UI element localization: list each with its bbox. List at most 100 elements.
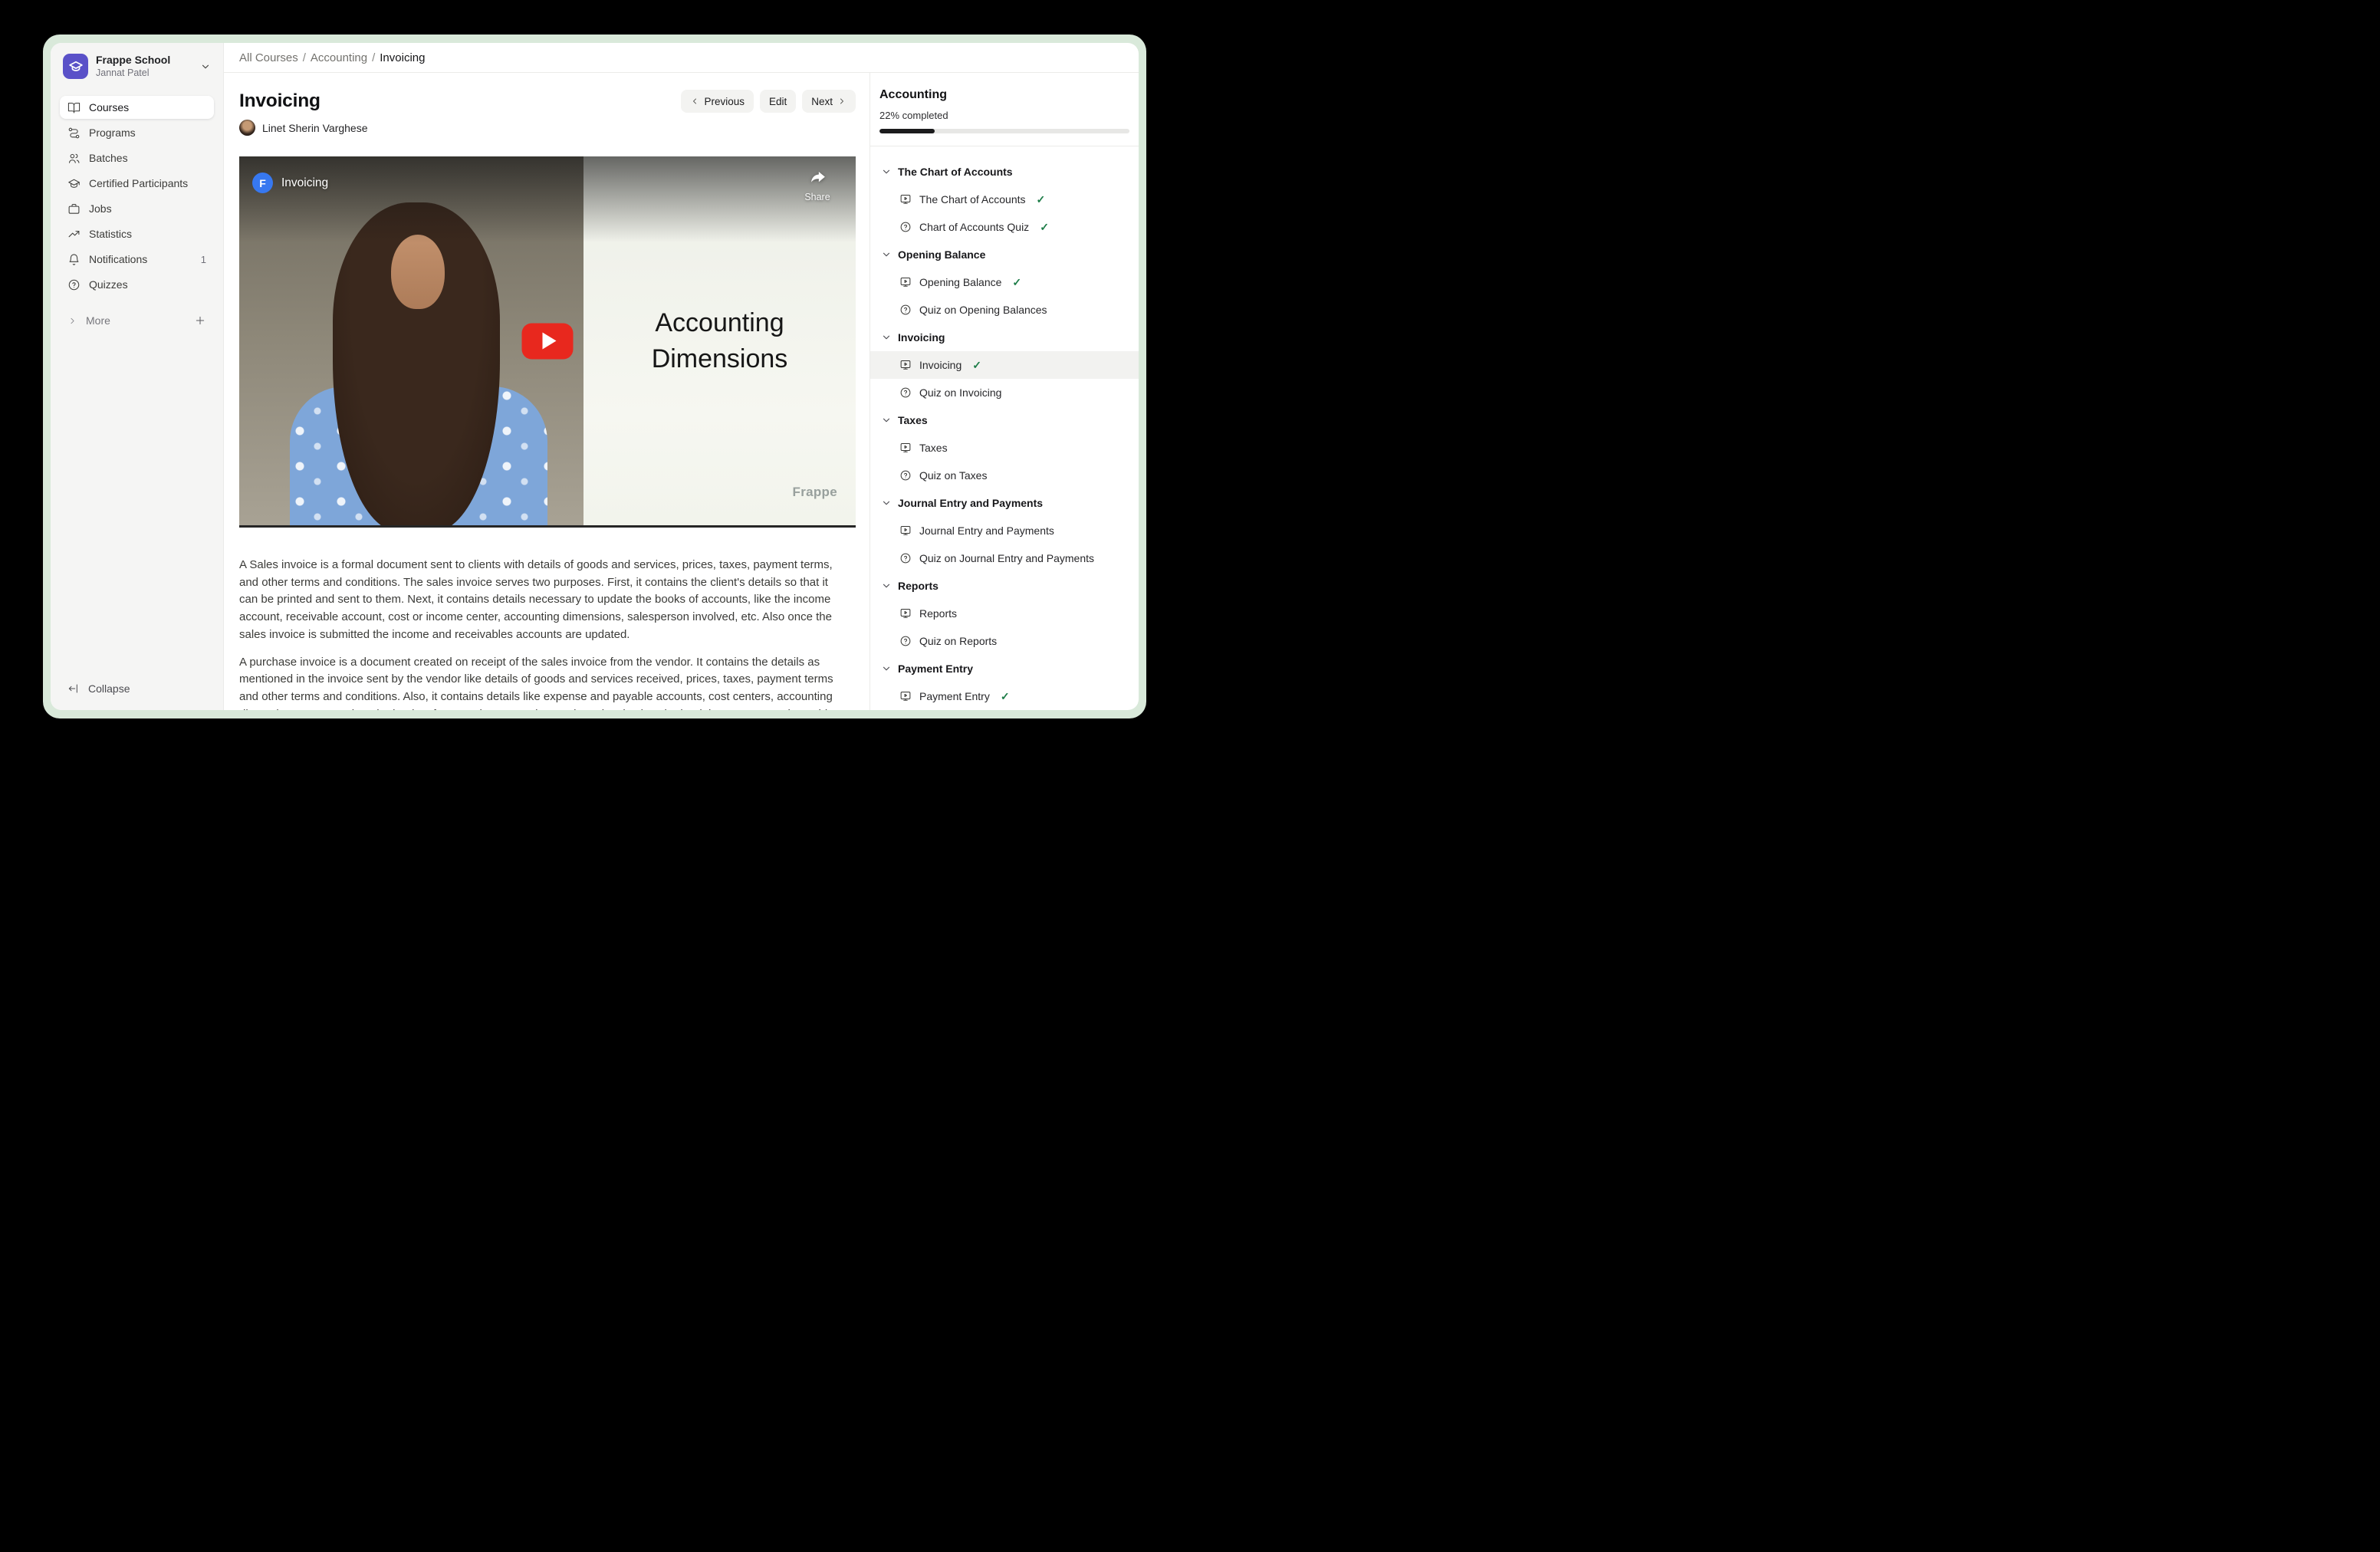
sidebar-collapse-label: Collapse [88, 682, 130, 695]
lesson-icon [899, 359, 912, 371]
sidebar-item-programs[interactable]: Programs [60, 121, 214, 144]
user-name: Jannat Patel [96, 67, 170, 79]
lesson-icon [899, 442, 912, 454]
outline-section-taxes[interactable]: Taxes [870, 406, 1139, 434]
breadcrumb-all-courses[interactable]: All Courses [239, 51, 298, 64]
briefcase-icon [67, 202, 81, 215]
completed-check-icon: ✓ [972, 359, 981, 372]
lesson-nav-buttons: Previous Edit Next [681, 90, 856, 113]
book-open-icon [67, 101, 81, 114]
author-row: Linet Sherin Varghese [239, 120, 856, 136]
sidebar-item-statistics[interactable]: Statistics [60, 222, 214, 245]
school-switcher[interactable]: Frappe School Jannat Patel [60, 54, 214, 79]
outline-item-journal-entry-and-payments[interactable]: Journal Entry and Payments [870, 517, 1139, 544]
chevron-down-icon [881, 580, 892, 591]
previous-button[interactable]: Previous [681, 90, 754, 113]
video-player[interactable]: Accounting Dimensions F Invoicing [239, 156, 856, 528]
breadcrumb: All Courses / Accounting / Invoicing [224, 43, 1139, 73]
outline-item-label: Quiz on Opening Balances [919, 304, 1047, 316]
outline-item-label: Quiz on Journal Entry and Payments [919, 552, 1094, 564]
outline-item-label: Invoicing [919, 359, 962, 371]
sidebar-collapse-button[interactable]: Collapse [60, 677, 214, 700]
chevron-down-icon [881, 498, 892, 508]
outline-item-opening-balance[interactable]: Opening Balance ✓ [870, 268, 1139, 296]
school-name: Frappe School [96, 54, 170, 67]
sidebar-item-batches[interactable]: Batches [60, 146, 214, 169]
sidebar-item-label: Certified Participants [89, 177, 188, 189]
next-button[interactable]: Next [802, 90, 856, 113]
sidebar-item-certified-participants[interactable]: Certified Participants [60, 172, 214, 195]
completed-check-icon: ✓ [1001, 690, 1010, 703]
outline-item-chart-of-accounts-quiz[interactable]: Chart of Accounts Quiz✓ [870, 213, 1139, 241]
outline-item-reports[interactable]: Reports [870, 600, 1139, 627]
plus-icon[interactable] [194, 314, 206, 327]
completed-check-icon: ✓ [1040, 221, 1049, 234]
course-panel-header: Accounting 22% completed [870, 73, 1139, 146]
breadcrumb-separator: / [303, 51, 306, 64]
chevron-down-icon[interactable] [200, 61, 211, 72]
outline-section-reports[interactable]: Reports [870, 572, 1139, 600]
outline-item-label: Reports [919, 607, 957, 620]
edit-button[interactable]: Edit [760, 90, 796, 113]
sidebar-more[interactable]: More [60, 309, 214, 332]
sidebar-item-courses[interactable]: Courses [60, 96, 214, 119]
outline-item-label: Opening Balance [919, 276, 1001, 288]
outline-section-invoicing[interactable]: Invoicing [870, 324, 1139, 351]
course-title: Accounting [879, 88, 1129, 102]
play-icon [542, 333, 556, 350]
video-slide-text: Accounting Dimensions [652, 305, 788, 376]
lesson-content: Invoicing Previous Edit Next [224, 73, 869, 710]
outline-item-the-chart-of-accounts[interactable]: The Chart of Accounts✓ [870, 186, 1139, 213]
outline-item-payment-entry[interactable]: Payment Entry ✓ [870, 682, 1139, 710]
sidebar-item-jobs[interactable]: Jobs [60, 197, 214, 220]
channel-avatar[interactable]: F [252, 173, 273, 193]
notification-count-badge: 1 [201, 254, 206, 265]
sidebar-item-label: Batches [89, 152, 128, 164]
chevron-right-icon [837, 97, 846, 106]
completed-check-icon: ✓ [1012, 276, 1021, 289]
sidebar-item-label: Programs [89, 127, 136, 139]
outline-item-quiz-on-invoicing[interactable]: Quiz on Invoicing [870, 379, 1139, 406]
outline-item-quiz-on-journal-entry-and-payments[interactable]: Quiz on Journal Entry and Payments [870, 544, 1139, 572]
video-title[interactable]: Invoicing [281, 176, 328, 190]
outline-item-label: Quiz on Taxes [919, 469, 987, 482]
outline-item-quiz-on-opening-balances[interactable]: Quiz on Opening Balances [870, 296, 1139, 324]
play-button[interactable] [522, 323, 574, 359]
outline-section-title: Taxes [898, 414, 928, 426]
sidebar-item-label: Notifications [89, 253, 147, 265]
outline-section-opening-balance[interactable]: Opening Balance [870, 241, 1139, 268]
outline-section-the-chart-of-accounts[interactable]: The Chart of Accounts [870, 158, 1139, 186]
users-icon [67, 152, 81, 165]
school-titles: Frappe School Jannat Patel [96, 54, 170, 79]
course-progress-label: 22% completed [879, 110, 1129, 121]
help-circle-icon [67, 278, 81, 291]
course-outline: The Chart of AccountsThe Chart of Accoun… [870, 146, 1139, 710]
presenter-face [391, 235, 445, 309]
course-outline-panel: Accounting 22% completed The Chart of Ac… [869, 73, 1139, 710]
lesson-icon [899, 193, 912, 206]
sidebar-item-notifications[interactable]: Notifications 1 [60, 248, 214, 271]
outline-item-quiz-on-taxes[interactable]: Quiz on Taxes [870, 462, 1139, 489]
share-button[interactable]: Share [793, 168, 842, 202]
sidebar-item-quizzes[interactable]: Quizzes [60, 273, 214, 296]
outline-section-payment-entry[interactable]: Payment Entry [870, 655, 1139, 682]
app-window-frame: Frappe School Jannat Patel Courses Progra… [43, 35, 1146, 718]
outline-item-quiz-on-reports[interactable]: Quiz on Reports [870, 627, 1139, 655]
breadcrumb-accounting[interactable]: Accounting [311, 51, 367, 64]
sidebar-more-label: More [86, 314, 110, 327]
help-circle-icon [899, 635, 912, 647]
body-row: Invoicing Previous Edit Next [224, 73, 1139, 710]
bell-icon [67, 253, 81, 266]
course-progress-fill [879, 129, 935, 133]
outline-section-title: Journal Entry and Payments [898, 497, 1043, 509]
outline-item-taxes[interactable]: Taxes [870, 434, 1139, 462]
outline-item-label: Payment Entry [919, 690, 990, 702]
outline-section-journal-entry-and-payments[interactable]: Journal Entry and Payments [870, 489, 1139, 517]
outline-item-label: The Chart of Accounts [919, 193, 1026, 206]
chevron-down-icon [881, 415, 892, 426]
sidebar: Frappe School Jannat Patel Courses Progra… [51, 43, 224, 710]
page-title: Invoicing [239, 90, 321, 112]
chevron-down-icon [881, 663, 892, 674]
outline-item-invoicing[interactable]: Invoicing ✓ [870, 351, 1139, 379]
sidebar-item-label: Quizzes [89, 278, 128, 291]
